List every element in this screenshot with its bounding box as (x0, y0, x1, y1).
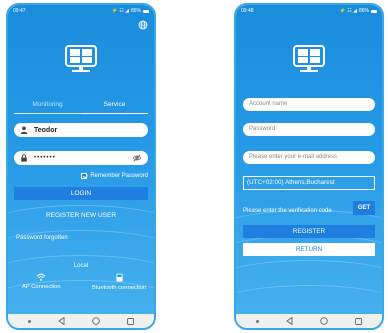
verification-code-input[interactable]: Please enter the verification code (243, 208, 332, 214)
register-button[interactable]: REGISTER (243, 225, 375, 238)
background-wave (236, 285, 382, 314)
remember-label: Remember Password (90, 173, 148, 179)
recents-icon[interactable] (355, 317, 363, 325)
eye-off-icon[interactable] (132, 154, 142, 162)
ap-connection-label: AP Connection (22, 284, 61, 290)
android-nav-bar (236, 314, 382, 328)
signal-icons: ⚡ ☷ ◢ (111, 8, 129, 14)
status-time: 09:47 (13, 8, 26, 14)
android-nav-bar (8, 314, 154, 328)
register-screen: 09:48 ⚡ ☷ ◢ 86% Account name Password Pl… (236, 5, 382, 314)
get-code-button[interactable]: GET (353, 201, 375, 215)
email-input[interactable]: Please enter your e-mail address (243, 151, 375, 164)
home-icon[interactable] (320, 317, 328, 325)
password-value: ••••••• (34, 155, 56, 161)
username-value: Teodor (34, 126, 58, 134)
register-phone: 09:48 ⚡ ☷ ◢ 86% Account name Password Pl… (234, 3, 384, 330)
user-icon (20, 126, 28, 134)
local-label: Local (73, 263, 89, 269)
ap-connection-button[interactable]: AP Connection (22, 273, 61, 290)
tab-bar: Monitoring Service (14, 100, 148, 114)
nav-dot-icon (27, 319, 31, 323)
remember-checkbox[interactable] (81, 173, 88, 179)
recents-icon[interactable] (127, 317, 135, 325)
tab-service[interactable]: Service (81, 100, 148, 114)
lock-icon (21, 154, 27, 162)
register-new-user-link[interactable]: REGISTER NEW USER (8, 212, 154, 219)
nav-dot-icon (255, 319, 259, 323)
status-bar: 09:48 ⚡ ☷ ◢ 86% (236, 5, 382, 17)
battery-level: 86% (130, 8, 141, 14)
status-icons: ⚡ ☷ ◢ 86% (340, 8, 377, 14)
battery-icon (143, 9, 149, 13)
account-name-input[interactable]: Account name (243, 98, 375, 111)
solar-panel-logo-icon (65, 45, 97, 72)
login-phone: 09:47 ⚡ ☷ ◢ 86% Monitoring Service Teodo… (6, 3, 156, 330)
login-screen: 09:47 ⚡ ☷ ◢ 86% Monitoring Service Teodo… (8, 5, 154, 314)
return-button[interactable]: RETURN (243, 243, 375, 256)
wifi-icon (36, 273, 46, 281)
globe-icon[interactable] (138, 20, 148, 30)
status-bar: 09:47 ⚡ ☷ ◢ 86% (8, 5, 154, 17)
back-icon[interactable] (58, 317, 65, 325)
remember-password-toggle[interactable]: Remember Password (81, 173, 148, 179)
home-icon[interactable] (92, 317, 100, 325)
bluetooth-connection-label: Bluetooth connection (92, 285, 147, 291)
password-field[interactable]: ••••••• (14, 151, 148, 165)
battery-level: 86% (358, 8, 369, 14)
phone-device-icon (116, 273, 123, 282)
status-time: 09:48 (241, 8, 254, 14)
battery-icon (371, 9, 377, 13)
tab-monitoring[interactable]: Monitoring (14, 100, 81, 114)
bluetooth-connection-button[interactable]: Bluetooth connection (92, 273, 146, 291)
solar-panel-logo-icon (293, 45, 325, 72)
login-button[interactable]: LOGIN (14, 187, 148, 200)
timezone-select[interactable]: (UTC+02:00) Athens,Bucharest (243, 176, 375, 190)
password-input[interactable]: Password (243, 123, 375, 136)
signal-icons: ⚡ ☷ ◢ (339, 8, 357, 14)
back-icon[interactable] (286, 317, 293, 325)
password-forgotten-link[interactable]: Password forgotten (16, 235, 68, 241)
username-field[interactable]: Teodor (14, 123, 148, 137)
status-icons: ⚡ ☷ ◢ 86% (112, 8, 149, 14)
